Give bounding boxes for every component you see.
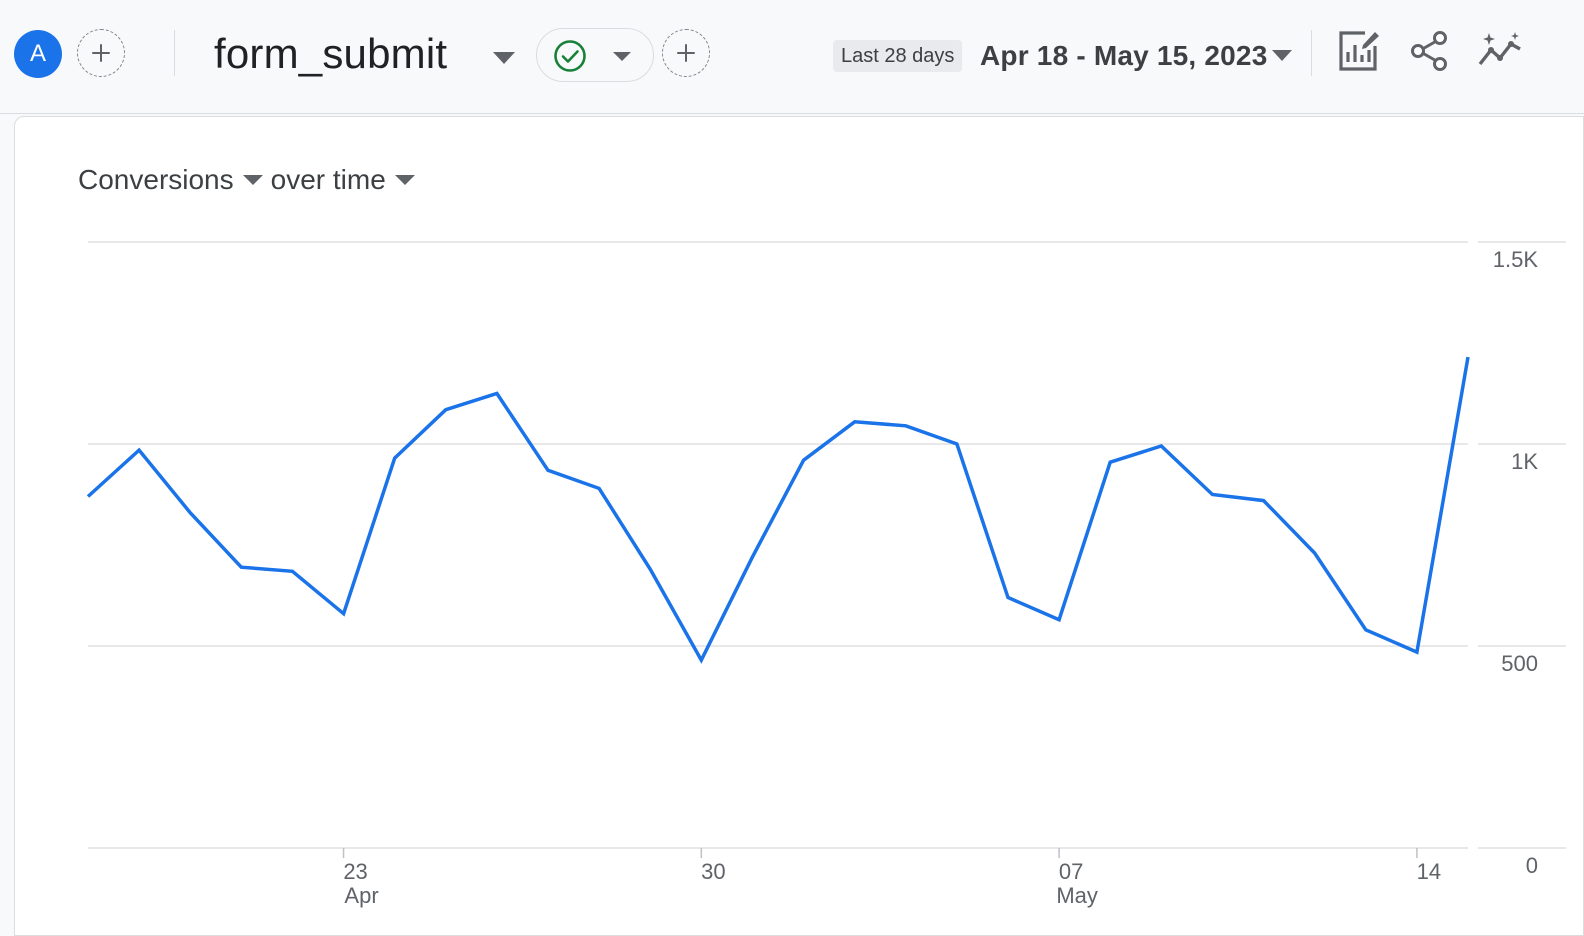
conversions-series-line [86, 356, 1470, 664]
x-tick-label: 07 [1059, 859, 1083, 884]
y-tick-label: 0 [1526, 853, 1538, 878]
x-tick-label: 14 [1417, 859, 1441, 884]
conversions-line-chart: 1.5K 1K 500 0 23Apr 30 07May 14 [86, 241, 1566, 908]
x-tick-month-label: May [1056, 883, 1098, 908]
x-tick-month-label: Apr [344, 883, 378, 908]
x-tick-label: 23 [343, 859, 367, 884]
x-tick-label: 30 [701, 859, 725, 884]
y-tick-label: 1.5K [1493, 247, 1539, 272]
y-tick-label: 500 [1501, 651, 1538, 676]
y-tick-label: 1K [1511, 449, 1538, 474]
